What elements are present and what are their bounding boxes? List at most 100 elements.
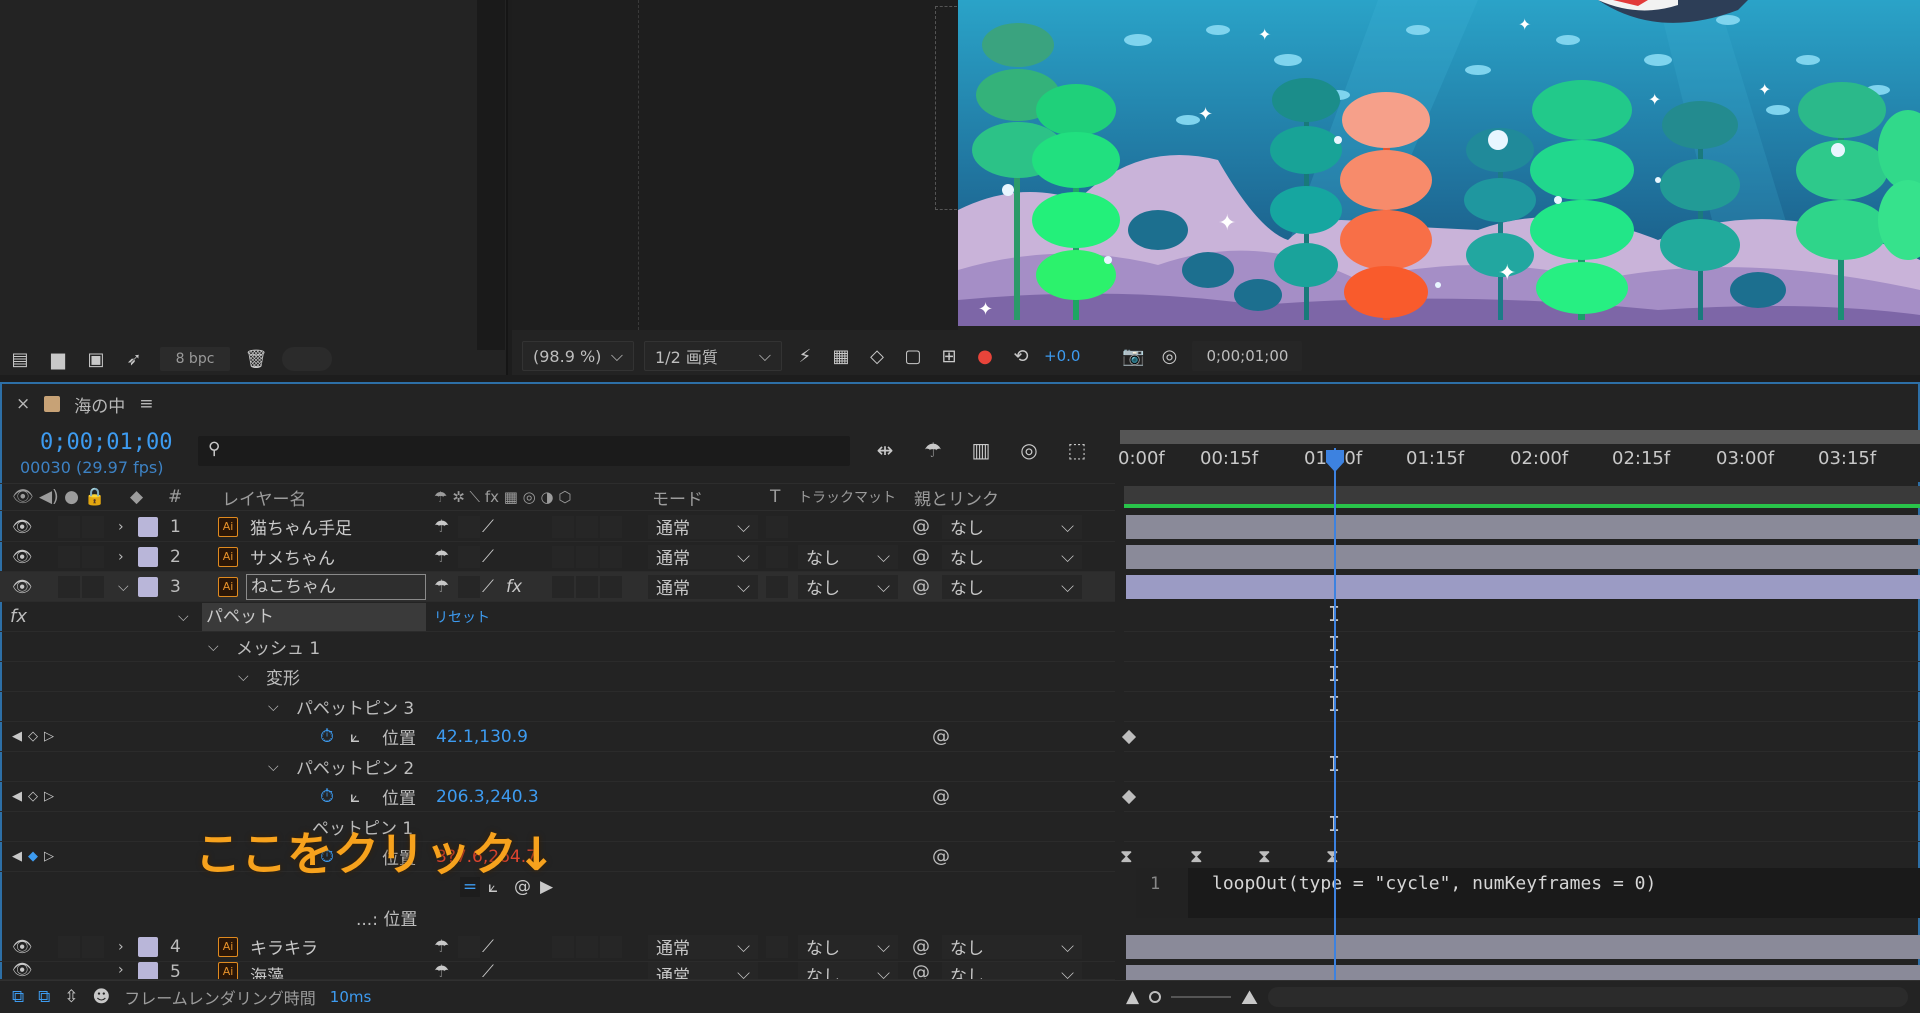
project-toggle[interactable] [282, 347, 332, 371]
resolution-dropdown[interactable]: 1/2 画質 ⌵ [644, 341, 782, 371]
fast-preview-icon[interactable]: ⚡ [792, 343, 818, 369]
grid-guides-icon[interactable]: ⊞ [936, 343, 962, 369]
collapse-switch[interactable] [458, 515, 480, 538]
collapse-chevron-icon[interactable]: ⌵ [178, 609, 189, 625]
shy-icon[interactable]: ☂ [434, 517, 449, 537]
collapse-chevron-icon[interactable]: ⌵ [268, 759, 279, 775]
layer-duration-bar[interactable] [1126, 545, 1920, 569]
collapse-switch[interactable] [458, 545, 480, 568]
column-track-matte[interactable]: トラックマット [798, 487, 896, 507]
keyframe-navigator[interactable]: ◀◇▷ [12, 789, 60, 804]
bpc-button[interactable]: 8 bpc [160, 347, 230, 371]
column-layer-name[interactable]: レイヤー名 [222, 485, 307, 510]
parent-dropdown[interactable]: なし ⌵ [942, 934, 1082, 959]
label-icon[interactable]: ◆ [130, 487, 143, 507]
stopwatch-icon[interactable]: ⏱ [320, 786, 334, 807]
channel-icon[interactable]: ● [972, 343, 998, 369]
layer-name[interactable]: サメちゃん [250, 544, 335, 569]
new-composition-icon[interactable]: ▣ [84, 349, 108, 370]
expand-chevron-icon[interactable]: › [118, 939, 124, 955]
keyframe-navigator[interactable]: ◀◇▷ [12, 729, 60, 744]
layer-duration-bar[interactable] [1126, 965, 1920, 980]
timeline-scrollbar[interactable] [1267, 987, 1908, 1007]
lock-switch[interactable] [82, 935, 104, 958]
layer-duration-bar-selected[interactable] [1126, 575, 1920, 599]
zoom-out-icon[interactable]: ▲ [1126, 987, 1139, 1007]
motion-blur-switch[interactable] [552, 545, 574, 568]
adjustment-switch[interactable] [576, 515, 598, 538]
3d-switch[interactable] [600, 575, 622, 598]
transfer-controls-toggle-icon[interactable]: ⧉ [38, 987, 50, 1007]
quality-icon[interactable]: ⟋ [482, 547, 494, 567]
property-row-pin2-position[interactable]: ◀◇▷ ⏱ ⟀ 位置 206.3,240.3 @ [0, 782, 1115, 812]
layer-label-color[interactable] [138, 546, 158, 567]
visibility-eye-icon[interactable]: 👁 [12, 547, 32, 566]
frame-blending-icon[interactable]: ▥ [966, 436, 996, 464]
expand-chevron-icon[interactable]: › [118, 962, 124, 978]
effects-fx-icon[interactable]: fx [506, 577, 522, 597]
show-snapshot-icon[interactable]: ◎ [1156, 343, 1182, 369]
expand-chevron-icon[interactable]: › [118, 519, 124, 535]
zoom-slider-track[interactable] [1171, 996, 1232, 998]
motion-blur-switch[interactable] [552, 575, 574, 598]
preserve-transparency-switch[interactable] [766, 515, 788, 538]
track-matte-dropdown[interactable]: なし ⌵ [798, 962, 898, 979]
track-matte-dropdown[interactable]: なし ⌵ [798, 934, 898, 959]
visibility-eye-icon[interactable]: 👁 [12, 517, 32, 536]
magnification-dropdown[interactable]: (98.9 %) ⌵ [522, 341, 634, 371]
position-value[interactable]: 206.3,240.3 [436, 787, 539, 807]
collapse-chevron-icon[interactable]: ⌵ [268, 699, 279, 715]
expression-code[interactable]: loopOut(type = "cycle", numKeyframes = 0… [1212, 873, 1656, 894]
effect-row-puppet[interactable]: fx ⌵ パペット リセット [0, 602, 1115, 632]
column-parent[interactable]: 親とリンク [914, 485, 999, 510]
render-queue-icon[interactable]: ➶ [122, 349, 146, 370]
panel-menu-icon[interactable]: ≡ [139, 394, 153, 414]
layer-label-color[interactable] [138, 962, 158, 979]
mask-visibility-icon[interactable]: ◇ [864, 343, 890, 369]
layer-name[interactable]: キラキラ [250, 934, 318, 959]
pick-whip-icon[interactable]: @ [912, 546, 930, 567]
parent-dropdown[interactable]: なし ⌵ [942, 514, 1082, 539]
blend-mode-dropdown[interactable]: 通常 ⌵ [648, 514, 758, 539]
collapse-chevron-icon[interactable]: ⌵ [208, 639, 219, 655]
project-scrollbar[interactable] [477, 0, 505, 350]
transparency-grid-icon[interactable]: ▦ [828, 343, 854, 369]
motion-blur-switch[interactable] [552, 935, 574, 958]
keyframe-hourglass-icon[interactable]: ⧗ [1120, 846, 1133, 867]
preserve-transparency-switch[interactable] [766, 935, 788, 958]
region-of-interest-icon[interactable]: ▢ [900, 343, 926, 369]
reset-exposure-icon[interactable]: ⟲ [1008, 343, 1034, 369]
visibility-eye-icon[interactable]: 👁 [12, 577, 32, 596]
preserve-transparency-switch[interactable] [766, 545, 788, 568]
column-mode[interactable]: モード [652, 485, 703, 510]
pick-whip-icon[interactable]: @ [932, 726, 950, 747]
property-row-pin3-position[interactable]: ◀◇▷ ⏱ ⟀ 位置 42.1,130.9 @ [0, 722, 1115, 752]
pick-whip-icon[interactable]: @ [932, 786, 950, 807]
adjustment-switch[interactable] [576, 545, 598, 568]
property-row-deform[interactable]: ⌵ 変形 [0, 662, 1115, 692]
collapse-switch[interactable] [458, 935, 480, 958]
motion-blur-icon[interactable]: ◎ [1014, 436, 1044, 464]
property-row-mesh[interactable]: ⌵ メッシュ 1 [0, 632, 1115, 662]
shy-icon[interactable]: ☂ [434, 577, 449, 597]
shy-icon[interactable]: ☂ [434, 547, 449, 567]
property-row-pin1-position[interactable]: ◀◆▷ ⏱ 位置 3?7.6,264.7 @ [0, 842, 1115, 872]
expand-chevron-icon[interactable]: › [118, 549, 124, 565]
shy-layers-icon[interactable]: ☂ [918, 436, 948, 464]
layer-duration-bar[interactable] [1126, 935, 1920, 959]
blend-mode-dropdown[interactable]: 通常 ⌵ [648, 544, 758, 569]
lock-switch[interactable] [82, 545, 104, 568]
zoom-in-icon[interactable]: ⛰ [1241, 985, 1258, 1009]
keyframe-hourglass-icon[interactable]: ⧗ [1258, 846, 1271, 867]
composition-flowchart-icon[interactable]: ⇹ [870, 436, 900, 464]
layer-row[interactable]: 👁 › 1 Ai 猫ちゃん手足 ☂ ⟋ 通常 ⌵ @ なし ⌵ [0, 512, 1115, 542]
layer-label-color[interactable] [138, 576, 158, 597]
adjustment-switch[interactable] [576, 935, 598, 958]
graph-icon[interactable]: ⟀ [350, 787, 360, 807]
layer-row-selected[interactable]: 👁 ⌵ 3 Ai ねこちゃん ☂ ⟋ fx 通常 ⌵ なし ⌵ @ なし ⌵ [0, 572, 1115, 602]
blend-mode-dropdown[interactable]: 通常 ⌵ [648, 962, 758, 979]
exposure-value[interactable]: +0.0 [1044, 347, 1080, 365]
3d-switch[interactable] [600, 545, 622, 568]
layer-duration-bar[interactable] [1126, 515, 1920, 539]
zoom-slider-handle[interactable] [1149, 991, 1162, 1003]
